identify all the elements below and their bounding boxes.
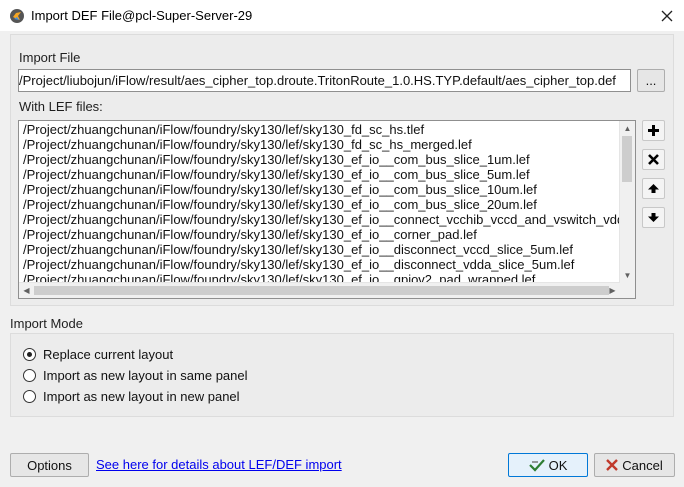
- lef-file-list[interactable]: /Project/zhuangchunan/iFlow/foundry/sky1…: [18, 120, 636, 299]
- scroll-left-arrow-icon[interactable]: ◀: [19, 283, 34, 298]
- options-button[interactable]: Options: [10, 453, 89, 477]
- x-icon: [648, 154, 659, 165]
- lef-file-item[interactable]: /Project/zhuangchunan/iFlow/foundry/sky1…: [23, 152, 619, 167]
- close-icon: [661, 10, 673, 21]
- lef-file-item[interactable]: /Project/zhuangchunan/iFlow/foundry/sky1…: [23, 227, 619, 242]
- close-button[interactable]: [650, 0, 684, 31]
- arrow-down-icon: [648, 213, 659, 222]
- radio-label-same-panel: Import as new layout in same panel: [43, 368, 248, 383]
- ok-button[interactable]: OK: [508, 453, 588, 477]
- cancel-button[interactable]: Cancel: [594, 453, 675, 477]
- import-file-value: /Project/liubojun/iFlow/result/aes_ciphe…: [19, 73, 616, 88]
- scroll-corner: [620, 283, 635, 298]
- scroll-down-arrow-icon[interactable]: ▼: [620, 268, 635, 283]
- cancel-label: Cancel: [622, 457, 663, 473]
- vertical-scrollbar[interactable]: ▲ ▼: [619, 121, 635, 283]
- lef-file-item[interactable]: /Project/zhuangchunan/iFlow/foundry/sky1…: [23, 197, 619, 212]
- lef-file-item[interactable]: /Project/zhuangchunan/iFlow/foundry/sky1…: [23, 182, 619, 197]
- radio-circle[interactable]: [23, 390, 36, 403]
- check-icon: [528, 458, 545, 472]
- horizontal-scroll-thumb[interactable]: [34, 286, 609, 295]
- browse-button[interactable]: ...: [637, 69, 665, 92]
- plus-icon: [648, 125, 659, 136]
- title-bar: Import DEF File@pcl-Super-Server-29: [0, 0, 684, 31]
- radio-circle[interactable]: [23, 369, 36, 382]
- ok-label: OK: [548, 457, 568, 473]
- radio-new-layout-new-panel[interactable]: Import as new layout in new panel: [23, 389, 240, 404]
- cancel-icon: [606, 459, 619, 471]
- scroll-right-arrow-icon[interactable]: ▶: [605, 283, 620, 298]
- lef-file-item[interactable]: /Project/zhuangchunan/iFlow/foundry/sky1…: [23, 137, 619, 152]
- move-up-button[interactable]: [642, 178, 665, 199]
- radio-label-replace: Replace current layout: [43, 347, 174, 362]
- lef-file-item[interactable]: /Project/zhuangchunan/iFlow/foundry/sky1…: [23, 212, 619, 227]
- lef-file-item[interactable]: /Project/zhuangchunan/iFlow/foundry/sky1…: [23, 122, 619, 137]
- lef-file-items: /Project/zhuangchunan/iFlow/foundry/sky1…: [23, 122, 619, 285]
- lef-file-item[interactable]: /Project/zhuangchunan/iFlow/foundry/sky1…: [23, 242, 619, 257]
- lef-file-item[interactable]: /Project/zhuangchunan/iFlow/foundry/sky1…: [23, 257, 619, 272]
- move-down-button[interactable]: [642, 207, 665, 228]
- radio-label-new-panel: Import as new layout in new panel: [43, 389, 240, 404]
- lef-def-help-link[interactable]: See here for details about LEF/DEF impor…: [96, 457, 342, 472]
- arrow-up-icon: [648, 184, 659, 193]
- import-file-label: Import File: [19, 50, 81, 65]
- radio-circle-checked[interactable]: [23, 348, 36, 361]
- vertical-scroll-thumb[interactable]: [622, 136, 632, 182]
- app-logo-icon: [9, 8, 25, 24]
- radio-replace-layout[interactable]: Replace current layout: [23, 347, 173, 362]
- lef-files-label: With LEF files:: [19, 99, 103, 114]
- scroll-up-arrow-icon[interactable]: ▲: [620, 121, 635, 136]
- add-lef-button[interactable]: [642, 120, 665, 141]
- import-file-input[interactable]: /Project/liubojun/iFlow/result/aes_ciphe…: [18, 69, 631, 92]
- horizontal-scrollbar[interactable]: ◀ ▶: [19, 282, 620, 298]
- radio-new-layout-same-panel[interactable]: Import as new layout in same panel: [23, 368, 248, 383]
- remove-lef-button[interactable]: [642, 149, 665, 170]
- import-mode-label: Import Mode: [10, 316, 83, 331]
- window-title: Import DEF File@pcl-Super-Server-29: [31, 8, 253, 23]
- lef-file-item[interactable]: /Project/zhuangchunan/iFlow/foundry/sky1…: [23, 167, 619, 182]
